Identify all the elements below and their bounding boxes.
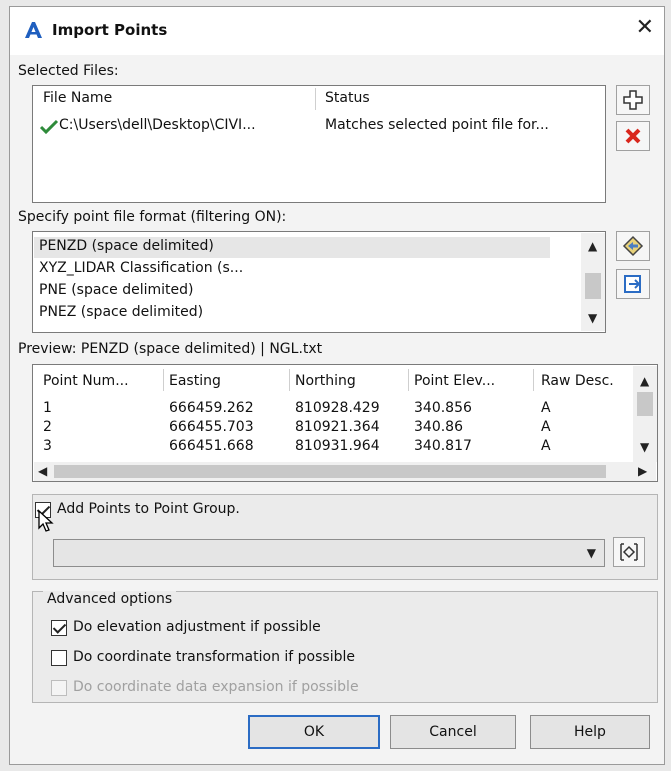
- format-item[interactable]: PNE (space delimited): [39, 282, 193, 298]
- scroll-thumb[interactable]: [585, 273, 601, 299]
- elevation-adjustment-label: Do elevation adjustment if possible: [73, 619, 321, 635]
- preview-cell: 3: [43, 438, 52, 454]
- format-manager-button[interactable]: [616, 231, 650, 261]
- scroll-up-arrow-icon[interactable]: ▲: [640, 374, 649, 388]
- advanced-options-label: Advanced options: [43, 591, 177, 607]
- dialog-title: Import Points: [52, 21, 168, 39]
- preview-cell: 340.856: [414, 400, 472, 416]
- import-points-dialog: Import Points ✕ Selected Files: File Nam…: [9, 6, 665, 765]
- cancel-button[interactable]: Cancel: [390, 715, 516, 749]
- format-item[interactable]: PENZD (space delimited): [39, 238, 214, 254]
- file-name-cell[interactable]: C:\Users\dell\Desktop\CIVI...: [59, 117, 256, 133]
- column-header-easting[interactable]: Easting: [169, 373, 221, 389]
- preview-grid[interactable]: Point Num... Easting Northing Point Elev…: [32, 364, 658, 482]
- ok-button[interactable]: OK: [248, 715, 380, 749]
- coordinate-transformation-checkbox[interactable]: [51, 650, 67, 666]
- column-divider: [315, 88, 316, 110]
- format-scrollbar[interactable]: ▲ ▼: [581, 233, 605, 331]
- column-header-northing[interactable]: Northing: [295, 373, 356, 389]
- format-label: Specify point file format (filtering ON)…: [18, 209, 287, 225]
- status-cell: Matches selected point file for...: [325, 117, 549, 133]
- selected-files-label: Selected Files:: [18, 63, 119, 79]
- help-button[interactable]: Help: [530, 715, 650, 749]
- format-item[interactable]: XYZ_LIDAR Classification (s...: [39, 260, 243, 276]
- column-divider: [163, 369, 164, 391]
- preview-cell: 666459.262: [169, 400, 254, 416]
- preview-cell: 340.86: [414, 419, 463, 435]
- preview-cell: 810928.429: [295, 400, 380, 416]
- preview-cell: 666455.703: [169, 419, 254, 435]
- scroll-left-arrow-icon[interactable]: ◀: [38, 464, 47, 478]
- column-header-raw-description[interactable]: Raw Desc.: [541, 373, 614, 389]
- remove-file-button[interactable]: [616, 121, 650, 151]
- preview-cell: 810921.364: [295, 419, 380, 435]
- preview-label: Preview: PENZD (space delimited) | NGL.t…: [18, 341, 323, 357]
- scroll-thumb[interactable]: [54, 465, 606, 478]
- column-divider: [289, 369, 290, 391]
- column-header-point-number[interactable]: Point Num...: [43, 373, 129, 389]
- preview-vertical-scrollbar[interactable]: ▲ ▼: [633, 366, 657, 462]
- preview-cell: 810931.964: [295, 438, 380, 454]
- scroll-thumb[interactable]: [637, 392, 653, 416]
- coordinate-transformation-label: Do coordinate transformation if possible: [73, 649, 355, 665]
- add-file-button[interactable]: [616, 85, 650, 115]
- preview-cell: A: [541, 438, 551, 454]
- pick-point-group-button[interactable]: [613, 537, 645, 567]
- close-icon[interactable]: ✕: [636, 17, 654, 39]
- format-item[interactable]: PNEZ (space delimited): [39, 304, 203, 320]
- import-format-icon: [624, 275, 641, 293]
- chevron-down-icon[interactable]: ▼: [587, 546, 596, 560]
- preview-cell: 1: [43, 400, 52, 416]
- point-group-pick-icon: [620, 543, 638, 561]
- preview-cell: A: [541, 400, 551, 416]
- green-check-icon: [39, 119, 59, 135]
- mouse-cursor-icon: [38, 509, 54, 532]
- elevation-adjustment-checkbox[interactable]: [51, 620, 67, 636]
- autocad-logo-icon: [25, 22, 42, 38]
- format-list[interactable]: PENZD (space delimited) XYZ_LIDAR Classi…: [32, 231, 606, 333]
- point-group-box: Add Points to Point Group. ▼: [32, 494, 658, 580]
- preview-cell: 340.817: [414, 438, 472, 454]
- red-x-icon: [625, 128, 641, 144]
- selected-files-list[interactable]: File Name Status C:\Users\dell\Desktop\C…: [32, 85, 606, 203]
- scroll-up-arrow-icon[interactable]: ▲: [588, 239, 597, 253]
- column-divider: [533, 369, 534, 391]
- plus-icon: [623, 90, 643, 110]
- column-divider: [408, 369, 409, 391]
- scroll-down-arrow-icon[interactable]: ▼: [640, 440, 649, 454]
- preview-cell: 666451.668: [169, 438, 254, 454]
- scroll-right-arrow-icon[interactable]: ▶: [638, 464, 647, 478]
- scroll-down-arrow-icon[interactable]: ▼: [588, 311, 597, 325]
- preview-horizontal-scrollbar[interactable]: ◀ ▶: [34, 462, 656, 481]
- import-format-button[interactable]: [616, 269, 650, 299]
- point-group-combo[interactable]: ▼: [53, 539, 605, 567]
- data-expansion-checkbox: [51, 680, 67, 696]
- preview-cell: A: [541, 419, 551, 435]
- add-to-point-group-label: Add Points to Point Group.: [57, 501, 240, 517]
- column-header-file-name[interactable]: File Name: [43, 90, 112, 106]
- format-manager-icon: [622, 235, 644, 257]
- advanced-options-box: Advanced options Do elevation adjustment…: [32, 591, 658, 703]
- title-bar: Import Points ✕: [10, 7, 664, 55]
- data-expansion-label: Do coordinate data expansion if possible: [73, 679, 359, 695]
- preview-cell: 2: [43, 419, 52, 435]
- column-header-status[interactable]: Status: [325, 90, 370, 106]
- column-header-point-elevation[interactable]: Point Elev...: [414, 373, 495, 389]
